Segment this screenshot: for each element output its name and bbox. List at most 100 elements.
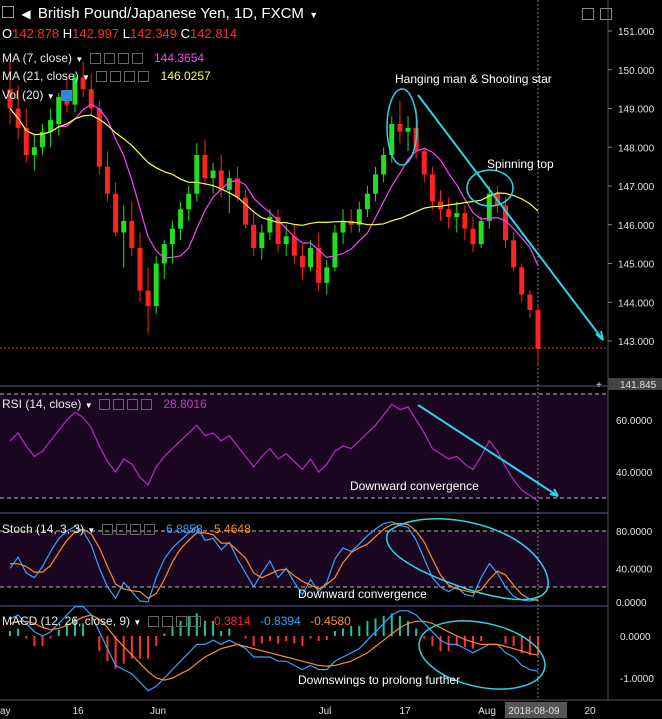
candle-body	[202, 155, 208, 179]
candle-body	[251, 224, 257, 248]
price-tick-label: 143.000	[618, 337, 655, 348]
close-label: C	[180, 26, 191, 41]
close-icon[interactable]	[131, 53, 143, 65]
close-icon[interactable]	[138, 71, 150, 83]
ma21-value: 146.0257	[160, 69, 211, 83]
stoch-header[interactable]: Stoch (14, 3, 3) ▼ 6.8858 5.4648	[2, 522, 251, 538]
rsi-dropdown-icon[interactable]: ▼	[85, 401, 93, 410]
eye-icon[interactable]	[582, 8, 594, 20]
eye-icon[interactable]	[60, 90, 72, 102]
plus-icon[interactable]	[124, 71, 136, 83]
open-value: 142.878	[12, 26, 60, 41]
macd-dropdown-icon[interactable]: ▼	[133, 618, 141, 627]
settings-icon[interactable]	[147, 616, 159, 628]
candle-body	[462, 213, 468, 229]
settings-icon[interactable]	[101, 524, 113, 536]
stoch-dropdown-icon[interactable]: ▼	[87, 526, 95, 535]
low-label: L	[122, 26, 130, 41]
rsi-header[interactable]: RSI (14, close) ▼ 28.8016	[2, 397, 207, 413]
ma21-dropdown-icon[interactable]: ▼	[82, 73, 90, 82]
candle-body	[446, 209, 452, 217]
eye-icon[interactable]	[103, 53, 115, 65]
candle-body	[486, 193, 492, 221]
candle-body	[129, 220, 135, 248]
price-tick-label: 144.000	[618, 298, 655, 309]
rsi-tick-label: 60.0000	[616, 416, 653, 427]
macd-line-value: -0.8394	[260, 614, 301, 628]
candle-body	[470, 228, 476, 245]
vol-row[interactable]: Vol (20) ▼	[2, 88, 72, 104]
candle-body	[421, 151, 427, 175]
close-icon[interactable]	[140, 399, 152, 411]
price-tick-label: 151.000	[618, 27, 655, 38]
candle-body	[316, 248, 322, 283]
ma21-row[interactable]: MA (21, close) ▼ 146.0257	[2, 69, 211, 85]
chart-canvas[interactable]: 151.000 150.000 149.000 148.000 147.000 146.0…	[0, 0, 662, 719]
plus-icon[interactable]	[129, 524, 141, 536]
eye-icon[interactable]	[110, 71, 122, 83]
candle-body	[438, 201, 444, 210]
title-dropdown-icon[interactable]: ▼	[309, 10, 318, 20]
time-tick-label: 16	[72, 706, 84, 717]
collapse-icon[interactable]: ◀	[21, 7, 30, 21]
stoch-band	[0, 531, 608, 587]
stoch-d-value: 5.4648	[214, 522, 251, 536]
eye-icon[interactable]	[112, 399, 124, 411]
ma7-label[interactable]: MA (7, close)	[2, 51, 72, 65]
macd-label[interactable]: MACD (12, 26, close, 9)	[2, 614, 130, 628]
ma7-row[interactable]: MA (7, close) ▼ 144.3654	[2, 51, 204, 67]
macd-tick-label: 0.0000	[620, 632, 651, 643]
eye-icon[interactable]	[161, 616, 173, 628]
close-icon[interactable]	[189, 616, 201, 628]
macd-signal-value: -0.4580	[310, 614, 351, 628]
candle-body	[96, 108, 102, 167]
price-tick-label: 147.000	[618, 182, 655, 193]
ohlc-row: O142.878 H142.997 L142.349 C142.814	[2, 27, 237, 41]
plus-icon[interactable]	[117, 53, 129, 65]
rsi-tick-label: 40.0000	[616, 468, 653, 479]
candle-body	[194, 155, 200, 194]
macd-header[interactable]: MACD (12, 26, close, 9) ▼ -0.3814 -0.839…	[2, 614, 351, 630]
rsi-label[interactable]: RSI (14, close)	[2, 397, 81, 411]
candle-body	[243, 197, 249, 225]
candle-body	[31, 147, 37, 155]
candle-body	[210, 170, 216, 179]
candle-body	[511, 240, 517, 268]
candle-body	[429, 174, 435, 202]
ma7-dropdown-icon[interactable]: ▼	[75, 55, 83, 64]
plus-icon[interactable]	[126, 399, 138, 411]
close-value: 142.814	[190, 26, 238, 41]
stoch-tick-label: 80.0000	[616, 527, 653, 538]
candle-body	[405, 127, 411, 132]
vol-label[interactable]: Vol (20)	[2, 88, 43, 102]
candle-body	[178, 209, 184, 229]
settings-icon[interactable]	[89, 53, 101, 65]
eye-icon[interactable]	[115, 524, 127, 536]
chart-title[interactable]: British Pound/Japanese Yen, 1D, FXCM	[38, 5, 304, 22]
candle-body	[186, 193, 192, 210]
high-value: 142.997	[72, 26, 120, 41]
ma21-label[interactable]: MA (21, close)	[2, 69, 79, 83]
close-icon[interactable]	[143, 524, 155, 536]
plus-icon[interactable]	[175, 616, 187, 628]
candle-body	[299, 255, 305, 268]
candle-body	[519, 267, 525, 295]
time-tick-label: Aug	[478, 706, 496, 717]
candle-body	[397, 124, 403, 132]
price-tick-label: 150.000	[618, 66, 655, 77]
chart-title-row: ◀ British Pound/Japanese Yen, 1D, FXCM ▼	[2, 6, 318, 22]
settings-icon[interactable]	[600, 8, 612, 20]
settings-icon[interactable]	[96, 71, 108, 83]
ma7-line	[9, 103, 539, 266]
time-tick-label: 20	[584, 706, 596, 717]
annotation-label: Downward convergence	[350, 479, 479, 493]
candle-body	[161, 244, 167, 264]
candle-body	[283, 236, 289, 245]
vol-dropdown-icon[interactable]: ▼	[47, 92, 55, 101]
candle-body	[121, 220, 127, 233]
stoch-tick-label: 40.0000	[616, 564, 653, 575]
settings-icon[interactable]	[98, 399, 110, 411]
stoch-k-value: 6.8858	[166, 522, 203, 536]
stoch-label[interactable]: Stoch (14, 3, 3)	[2, 522, 84, 536]
price-tick-label: 149.000	[618, 105, 655, 116]
